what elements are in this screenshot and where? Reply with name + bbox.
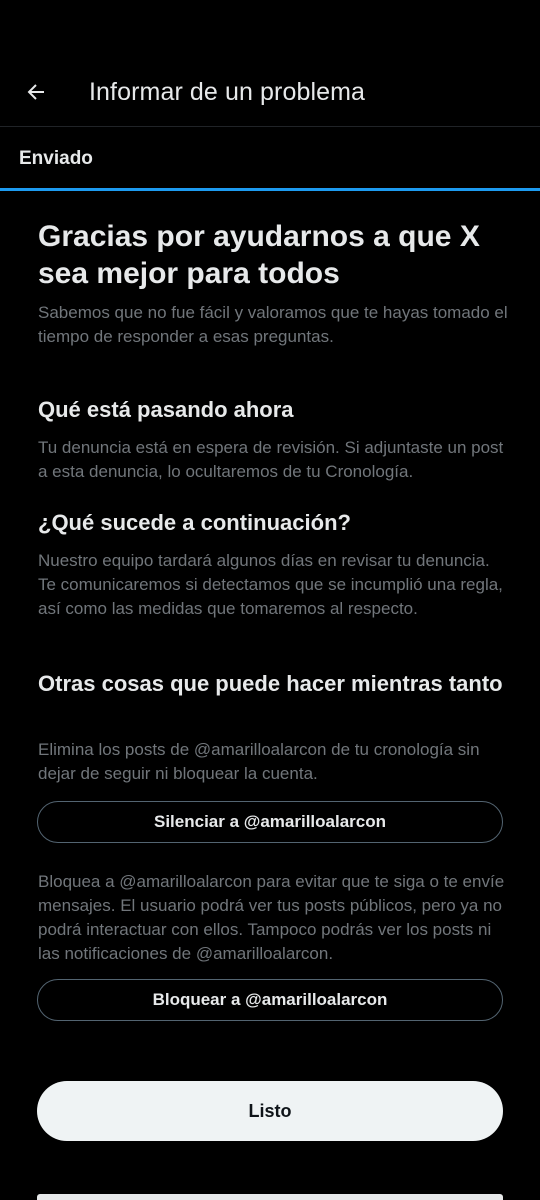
confirmation-title: Gracias por ayudarnos a que X sea mejor …	[38, 220, 480, 290]
section-body-now: Tu denuncia está en espera de revisión. …	[38, 438, 504, 481]
progress-bar	[0, 188, 540, 191]
mute-description: Elimina los posts de @amarilloalarcon de…	[38, 740, 480, 783]
section-heading-next: ¿Qué sucede a continuación?	[38, 510, 351, 535]
section-heading-other: Otras cosas que puede hacer mientras tan…	[38, 671, 503, 696]
confirmation-header: Gracias por ayudarnos a que X sea mejor …	[38, 218, 508, 349]
confirmation-subtitle: Sabemos que no fue fácil y valoramos que…	[38, 303, 508, 346]
page-title: Informar de un problema	[89, 78, 366, 106]
block-button[interactable]: Bloquear a @amarilloalarcon	[37, 979, 503, 1021]
mute-button[interactable]: Silenciar a @amarilloalarcon	[37, 801, 503, 843]
section-heading-now: Qué está pasando ahora	[38, 397, 294, 422]
section-body-next: Nuestro equipo tardará algunos días en r…	[38, 551, 503, 618]
back-button[interactable]	[18, 74, 54, 110]
step-label: Enviado	[19, 148, 93, 169]
arrow-left-icon	[27, 84, 44, 100]
top-app-bar: Informar de un problema	[0, 0, 540, 127]
home-indicator[interactable]	[37, 1194, 503, 1200]
block-description: Bloquea a @amarilloalarcon para evitar q…	[38, 872, 505, 963]
done-button[interactable]: Listo	[37, 1081, 503, 1141]
